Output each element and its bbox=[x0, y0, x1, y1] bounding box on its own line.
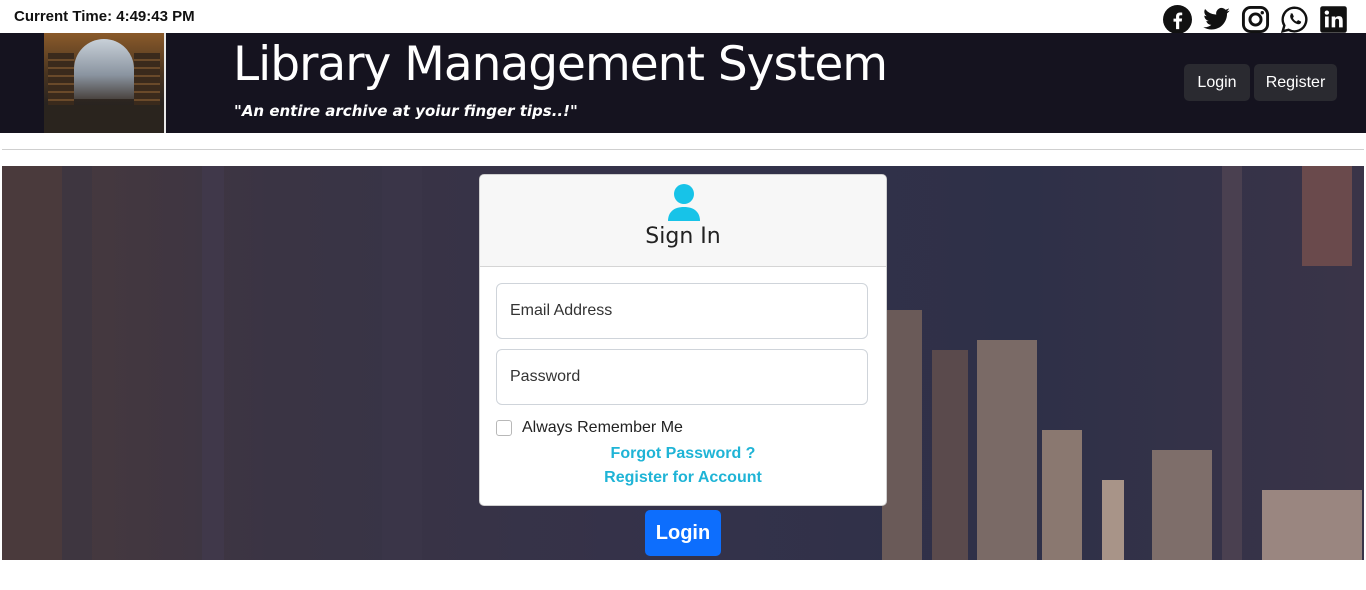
site-tagline: "An entire archive at yoiur finger tips.… bbox=[234, 102, 578, 120]
logo-divider bbox=[164, 33, 166, 133]
email-field[interactable]: Email Address bbox=[496, 283, 868, 339]
remember-me-checkbox[interactable] bbox=[496, 420, 512, 436]
linkedin-icon[interactable] bbox=[1319, 5, 1348, 34]
signin-title: Sign In bbox=[645, 224, 721, 249]
remember-me-label[interactable]: Always Remember Me bbox=[522, 419, 683, 437]
signin-card-header: Sign In bbox=[480, 175, 886, 267]
user-icon bbox=[666, 183, 702, 221]
password-field[interactable]: Password bbox=[496, 349, 868, 405]
social-links bbox=[1163, 5, 1348, 34]
login-button[interactable]: Login bbox=[645, 510, 721, 556]
facebook-icon[interactable] bbox=[1163, 5, 1192, 34]
library-logo-image bbox=[44, 33, 164, 133]
nav-login-button[interactable]: Login bbox=[1184, 64, 1250, 101]
current-time: Current Time: 4:49:43 PM bbox=[14, 8, 195, 25]
instagram-icon[interactable] bbox=[1241, 5, 1270, 34]
twitter-icon[interactable] bbox=[1202, 5, 1231, 34]
signin-card: Sign In Email Address Password Always Re… bbox=[479, 174, 887, 506]
divider bbox=[2, 149, 1364, 150]
remember-me: Always Remember Me bbox=[496, 419, 683, 437]
whatsapp-icon[interactable] bbox=[1280, 5, 1309, 34]
forgot-password-link[interactable]: Forgot Password ? bbox=[480, 445, 886, 463]
top-bar: Current Time: 4:49:43 PM bbox=[0, 0, 1366, 34]
nav-register-button[interactable]: Register bbox=[1254, 64, 1337, 101]
site-title: Library Management System bbox=[233, 37, 888, 92]
register-account-link[interactable]: Register for Account bbox=[480, 469, 886, 487]
